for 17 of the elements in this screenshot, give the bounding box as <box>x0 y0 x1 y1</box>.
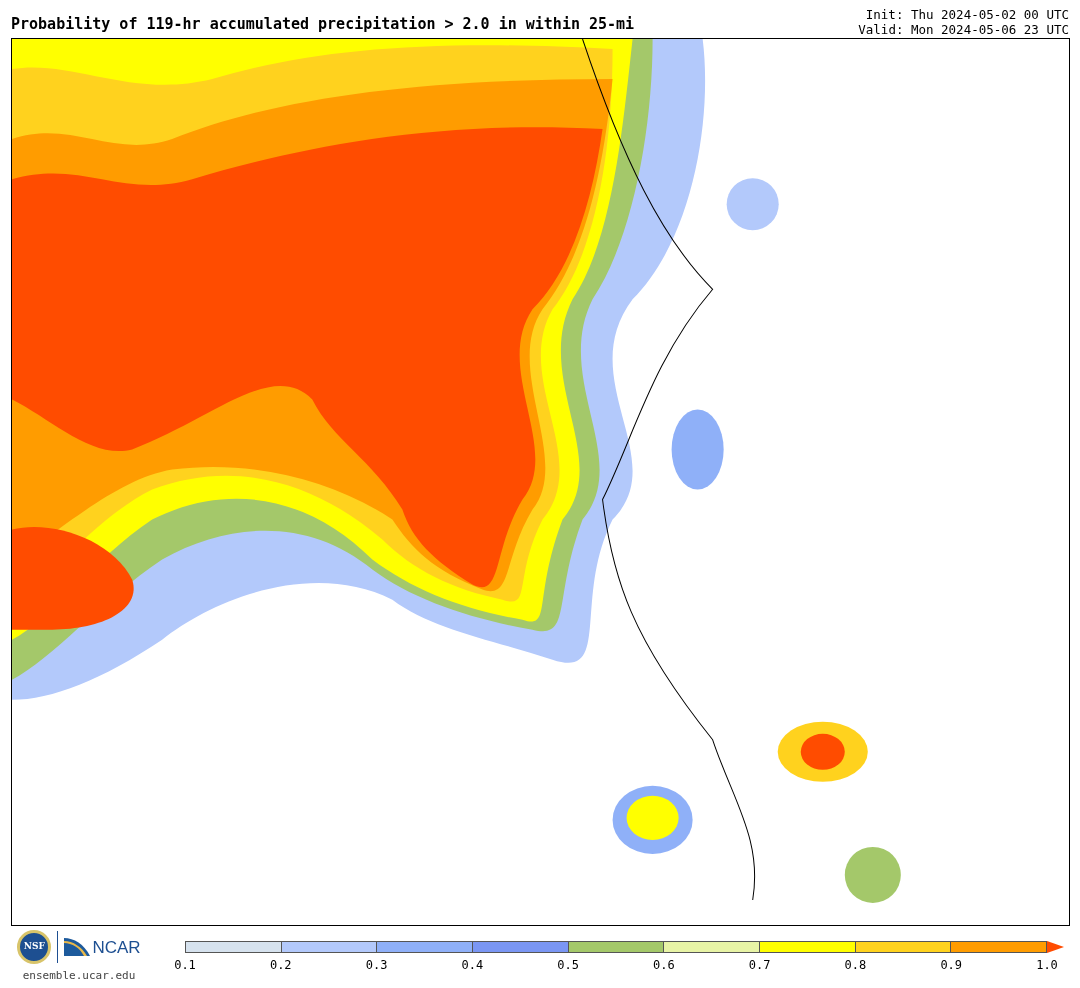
org-logo: NCAR <box>64 938 141 956</box>
colorbar-tick-label: 0.9 <box>940 957 963 974</box>
site-url: ensemble.ucar.edu <box>22 968 136 984</box>
valid-time: Valid: Mon 2024-05-06 23 UTC <box>858 22 1069 37</box>
swoosh-icon <box>64 938 91 956</box>
colorbar-tick-label: 1.0 <box>1036 957 1058 974</box>
seal-logo: NSF <box>17 930 52 964</box>
colorbar-tick-label: 0.6 <box>653 957 675 974</box>
colorbar-tick-label: 0.1 <box>174 957 196 974</box>
init-time: Init: Thu 2024-05-02 00 UTC <box>865 7 1069 22</box>
colorbar-tick-label: 0.2 <box>269 957 292 974</box>
colorbar-tick-label: 0.7 <box>748 957 771 974</box>
colorbar-tick-label: 0.5 <box>557 957 579 974</box>
colorbar-tick-label: 0.8 <box>844 957 867 974</box>
colorbar-tick-label: 0.3 <box>365 957 388 974</box>
map-title: Probability of 119-hr accumulated precipitation > 2.0 in within 25-mi <box>11 17 635 35</box>
colorbar-tick-label: 0.4 <box>461 957 484 974</box>
